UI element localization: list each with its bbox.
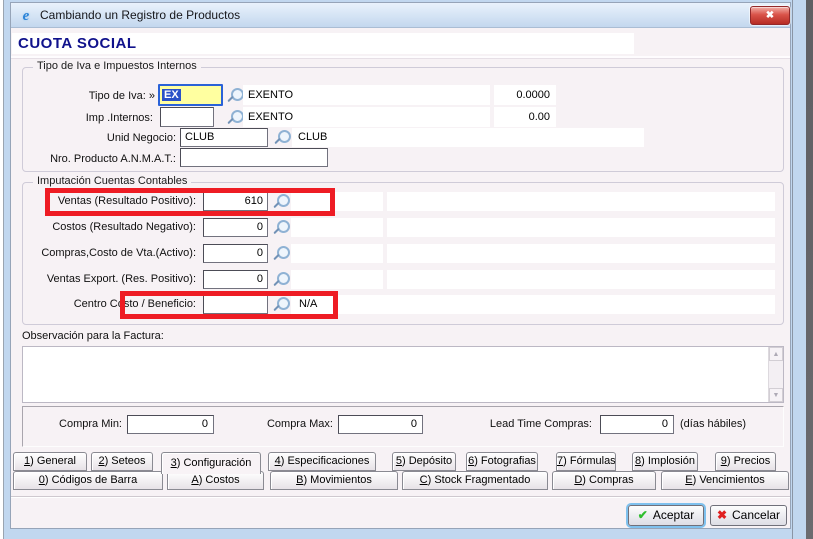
- tab-general[interactable]: 1) General: [13, 452, 87, 471]
- window-title: Cambiando un Registro de Productos: [40, 8, 240, 22]
- search-icon[interactable]: [226, 109, 243, 126]
- background-window-behind: [806, 0, 813, 539]
- lead-time-suffix: (días hábiles): [680, 415, 790, 434]
- search-icon[interactable]: [272, 296, 289, 313]
- ventas-export-desc-field: [291, 270, 383, 289]
- tab-implosion[interactable]: 8) Implosión: [632, 452, 698, 471]
- search-icon[interactable]: [272, 219, 289, 236]
- tab-formulas[interactable]: 7) Fórmulas: [556, 452, 616, 471]
- separator: [11, 58, 790, 59]
- compra-min-input[interactable]: 0: [127, 415, 214, 434]
- search-icon[interactable]: [273, 129, 290, 146]
- ventas-label: Ventas (Resultado Positivo):: [22, 192, 196, 211]
- costos-extra-field: [387, 218, 775, 237]
- group-tipo-iva-legend: Tipo de Iva e Impuestos Internos: [33, 60, 201, 72]
- compras-activo-label: Compras,Costo de Vta.(Activo):: [22, 244, 196, 263]
- compra-max-input[interactable]: 0: [338, 415, 423, 434]
- tab-stock-fragmentado[interactable]: C) Stock Fragmentado: [402, 471, 548, 490]
- search-icon[interactable]: [272, 271, 289, 288]
- search-icon[interactable]: [272, 245, 289, 262]
- ventas-export-extra-field: [387, 270, 775, 289]
- centro-costo-label: Centro Costo / Beneficio:: [22, 295, 196, 314]
- tab-configuracion[interactable]: 3) Configuración: [161, 452, 261, 474]
- costos-desc-field: [291, 218, 383, 237]
- observacion-textarea[interactable]: ▲ ▼: [22, 346, 784, 403]
- unid-negocio-input[interactable]: CLUB: [180, 128, 268, 147]
- unid-negocio-label: Unid Negocio:: [22, 129, 176, 148]
- tab-precios[interactable]: 9) Precios: [715, 452, 776, 471]
- divider: [11, 497, 790, 498]
- nro-anmat-input[interactable]: [180, 148, 328, 167]
- costos-label: Costos (Resultado Negativo):: [22, 218, 196, 237]
- accept-button[interactable]: ✔Aceptar: [628, 505, 704, 526]
- imp-internos-desc-field: EXENTO: [243, 107, 490, 127]
- tipo-iva-input[interactable]: EX: [158, 84, 223, 106]
- compras-activo-desc-field: [291, 244, 383, 263]
- scroll-up-icon[interactable]: ▲: [769, 347, 783, 361]
- nro-anmat-label: Nro. Producto A.N.M.A.T.:: [22, 150, 176, 169]
- centro-costo-input[interactable]: [203, 295, 268, 314]
- search-icon[interactable]: [226, 87, 243, 104]
- ventas-export-input[interactable]: 0: [203, 270, 268, 289]
- scroll-down-icon[interactable]: ▼: [769, 388, 783, 402]
- ventas-input[interactable]: 610: [203, 192, 268, 211]
- frame-shadow: [792, 0, 793, 539]
- lead-time-label: Lead Time Compras:: [470, 415, 592, 434]
- costos-input[interactable]: 0: [203, 218, 268, 237]
- x-icon: ✖: [717, 508, 727, 522]
- unid-negocio-desc-field: CLUB: [292, 128, 644, 147]
- screen: e Cambiando un Registro de Productos ✖ C…: [0, 0, 813, 539]
- tab-codigos-de-barra[interactable]: 0) Códigos de Barra: [13, 471, 163, 490]
- tab-fotografias[interactable]: 6) Fotografias: [466, 452, 538, 471]
- ventas-desc-field: [291, 192, 383, 211]
- group-cuentas-legend: Imputación Cuentas Contables: [33, 175, 191, 187]
- lead-time-input[interactable]: 0: [600, 415, 674, 434]
- tipo-iva-selected-text: EX: [162, 89, 181, 101]
- compra-max-label: Compra Max:: [240, 415, 333, 434]
- tipo-iva-desc-field: EXENTO: [243, 85, 490, 105]
- scrollbar[interactable]: ▲ ▼: [768, 347, 783, 402]
- tipo-iva-rate-field: 0.0000: [494, 85, 556, 105]
- compra-min-label: Compra Min:: [30, 415, 122, 434]
- tipo-iva-label: Tipo de Iva: »: [22, 87, 155, 106]
- cancel-button[interactable]: ✖Cancelar: [710, 505, 787, 526]
- tab-compras[interactable]: D) Compras: [552, 471, 656, 490]
- imp-internos-input[interactable]: [160, 107, 214, 127]
- compras-activo-input[interactable]: 0: [203, 244, 268, 263]
- product-name-field[interactable]: CUOTA SOCIAL: [12, 33, 634, 54]
- tab-deposito[interactable]: 5) Depósito: [392, 452, 456, 471]
- background-left: [0, 0, 4, 539]
- imp-internos-rate-field: 0.00: [494, 107, 556, 127]
- tab-seteos[interactable]: 2) Seteos: [91, 452, 153, 471]
- centro-costo-desc-field: N/A: [291, 295, 775, 314]
- tab-movimientos[interactable]: B) Movimientos: [270, 471, 398, 490]
- tab-especificaciones[interactable]: 4) Especificaciones: [268, 452, 376, 471]
- ventas-export-label: Ventas Export. (Res. Positivo):: [22, 270, 196, 289]
- close-button[interactable]: ✖: [750, 6, 790, 25]
- check-icon: ✔: [638, 508, 648, 522]
- app-icon: e: [17, 7, 35, 25]
- compras-activo-extra-field: [387, 244, 775, 263]
- observacion-label: Observación para la Factura:: [22, 330, 222, 342]
- imp-internos-label: Imp .Internos:: [22, 109, 153, 128]
- tab-vencimientos[interactable]: E) Vencimientos: [661, 471, 789, 490]
- search-icon[interactable]: [272, 193, 289, 210]
- ventas-extra-field: [387, 192, 775, 211]
